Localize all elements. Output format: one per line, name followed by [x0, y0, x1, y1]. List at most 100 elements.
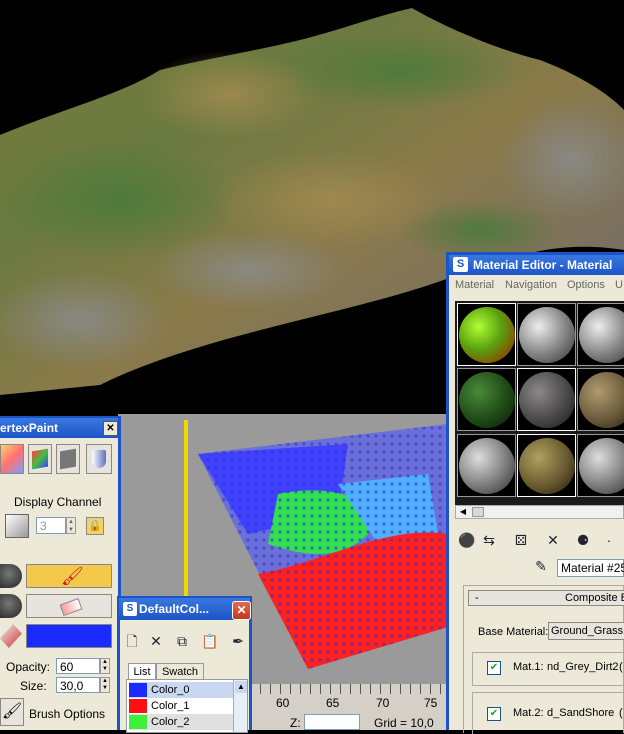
- rollout-collapse: -: [475, 592, 479, 604]
- rollout-header[interactable]: - Composite Ba: [468, 590, 624, 606]
- erase-brush-icon[interactable]: [0, 594, 22, 618]
- size-spinner-arrows[interactable]: ▲ ▼: [100, 677, 110, 693]
- z-coordinate-field[interactable]: [304, 714, 360, 730]
- list-item[interactable]: Color_1: [129, 698, 241, 714]
- mat2-checkbox[interactable]: ✔: [487, 707, 501, 721]
- brush-options-icon[interactable]: 🖌: [0, 698, 24, 726]
- opacity-label: Opacity:: [6, 660, 51, 674]
- paint-button[interactable]: 🖌: [26, 564, 112, 588]
- tick-label: 65: [326, 696, 340, 710]
- vertex-color-display-button[interactable]: [28, 444, 52, 474]
- make-unique-icon[interactable]: ⚈: [573, 530, 593, 550]
- size-spinner[interactable]: 30,0: [56, 677, 100, 693]
- tick-label: 70: [376, 696, 390, 710]
- material-name-field[interactable]: Material #25: [557, 559, 624, 577]
- tab-swatch[interactable]: Swatch: [156, 663, 204, 680]
- new-document-icon[interactable]: 🗋: [122, 631, 142, 651]
- menu-navigation[interactable]: Navigation: [505, 279, 557, 291]
- scroll-up-arrow[interactable]: ▲: [235, 681, 247, 693]
- tick-label: 75: [424, 696, 438, 710]
- paint-color-swatch[interactable]: [26, 624, 112, 648]
- size-label: Size:: [20, 679, 47, 693]
- color-swatch: [129, 683, 147, 697]
- gray-cube-icon: [60, 448, 76, 470]
- material-slot[interactable]: [517, 303, 576, 366]
- paint-brush-icon[interactable]: [0, 564, 22, 588]
- mat1-label: Mat.1:: [513, 661, 544, 673]
- menu-options[interactable]: Options: [567, 279, 605, 291]
- material-slot[interactable]: [577, 303, 624, 366]
- paintbrush-icon: 🖌: [61, 566, 84, 586]
- scroll-thumb[interactable]: [472, 507, 484, 517]
- disable-display-button[interactable]: [56, 444, 80, 474]
- paste-icon[interactable]: 📋: [200, 631, 220, 651]
- channel-spinner[interactable]: 3: [36, 517, 66, 534]
- vertex-paint-title: ertexPaint: [0, 421, 59, 435]
- default-color-titlebar[interactable]: S DefaultCol...: [119, 598, 250, 620]
- material-sphere: [579, 372, 624, 428]
- timeline-bar[interactable]: 60 65 70 75 Z: Grid = 10,0: [250, 684, 456, 730]
- color-swatch: [129, 715, 147, 729]
- get-material-icon[interactable]: ⚫: [457, 530, 477, 550]
- mat1-material[interactable]: nd_Grey_Dirt2: [547, 661, 619, 673]
- material-editor-title: Material Editor - Material: [473, 258, 613, 272]
- mat2-material[interactable]: d_SandShore: [547, 707, 614, 719]
- mat1-checkbox[interactable]: ✔: [487, 661, 501, 675]
- copy-icon[interactable]: ⧉: [172, 631, 192, 651]
- scroll-left-arrow[interactable]: ◀: [457, 507, 469, 517]
- list-item[interactable]: Color_0: [129, 682, 241, 698]
- default-color-window: S DefaultCol... ✕ 🗋 ✕ ⧉ 📋 ✒ List Swatch …: [117, 596, 252, 733]
- material-slot[interactable]: [457, 434, 516, 497]
- material-slot[interactable]: [457, 303, 516, 366]
- menu-material[interactable]: Material: [455, 279, 494, 291]
- slots-scrollbar[interactable]: ◀: [455, 505, 624, 519]
- material-editor-menubar: Material Navigation Options U: [449, 277, 624, 295]
- material-editor-titlebar[interactable]: S Material Editor - Material: [449, 255, 624, 275]
- mat1-group: ✔ Mat.1: nd_Grey_Dirt2 (: [472, 652, 624, 686]
- delete-icon[interactable]: ✕: [146, 631, 166, 651]
- color-label: Color_2: [151, 716, 190, 728]
- close-icon[interactable]: ✕: [232, 601, 251, 620]
- material-name: Material #25: [561, 561, 624, 575]
- channel-spinner-arrows[interactable]: ▲ ▼: [66, 517, 76, 534]
- shaded-display-button[interactable]: [86, 444, 112, 474]
- list-item[interactable]: Color_2: [129, 714, 241, 730]
- color-list[interactable]: Color_0 Color_1 Color_2 ▲: [126, 679, 248, 733]
- timeline-ticks: [250, 684, 456, 694]
- material-slot[interactable]: [577, 434, 624, 497]
- brush-options-label[interactable]: Brush Options: [29, 707, 105, 721]
- material-slot[interactable]: [517, 368, 576, 431]
- paint-all-button[interactable]: [0, 444, 24, 474]
- assign-to-selection-icon[interactable]: ⚄: [511, 530, 531, 550]
- menu-utilities[interactable]: U: [615, 279, 623, 291]
- material-sphere: [519, 438, 575, 494]
- pick-material-eyedropper-icon[interactable]: ✎: [531, 556, 551, 576]
- color-swatch: [129, 699, 147, 713]
- color-label: Color_0: [151, 684, 190, 696]
- composite-rollout: - Composite Ba Base Material: Ground_Gra…: [463, 585, 624, 734]
- base-material-value: Ground_Grass: [551, 625, 624, 637]
- lock-channel-button[interactable]: 🔒: [86, 517, 104, 535]
- base-material-label: Base Material:: [478, 626, 549, 638]
- eyedropper-pick-icon[interactable]: ✒: [228, 631, 248, 651]
- opacity-spinner[interactable]: 60: [56, 658, 100, 674]
- opacity-spinner-arrows[interactable]: ▲ ▼: [100, 658, 110, 674]
- paren: (: [619, 707, 623, 719]
- base-material-button[interactable]: Ground_Grass (: [548, 622, 624, 640]
- tab-list[interactable]: List: [128, 663, 156, 680]
- material-slot[interactable]: [457, 368, 516, 431]
- color-cube-icon: [32, 448, 48, 470]
- vertex-paint-close-icon[interactable]: ✕: [103, 421, 118, 436]
- material-slot[interactable]: [577, 368, 624, 431]
- grid-status: Grid = 10,0: [374, 716, 434, 730]
- list-scrollbar[interactable]: ▲: [233, 680, 247, 732]
- put-to-library-icon[interactable]: ·: [599, 530, 619, 550]
- reset-material-icon[interactable]: ✕: [543, 530, 563, 550]
- eyedropper-icon[interactable]: [0, 624, 22, 648]
- erase-button[interactable]: [26, 594, 112, 618]
- vertex-paint-titlebar[interactable]: ertexPaint: [0, 418, 118, 438]
- material-slot[interactable]: [517, 434, 576, 497]
- max-app-icon: S: [123, 602, 137, 616]
- material-sphere: [459, 372, 515, 428]
- put-to-scene-icon[interactable]: ⇆: [479, 530, 499, 550]
